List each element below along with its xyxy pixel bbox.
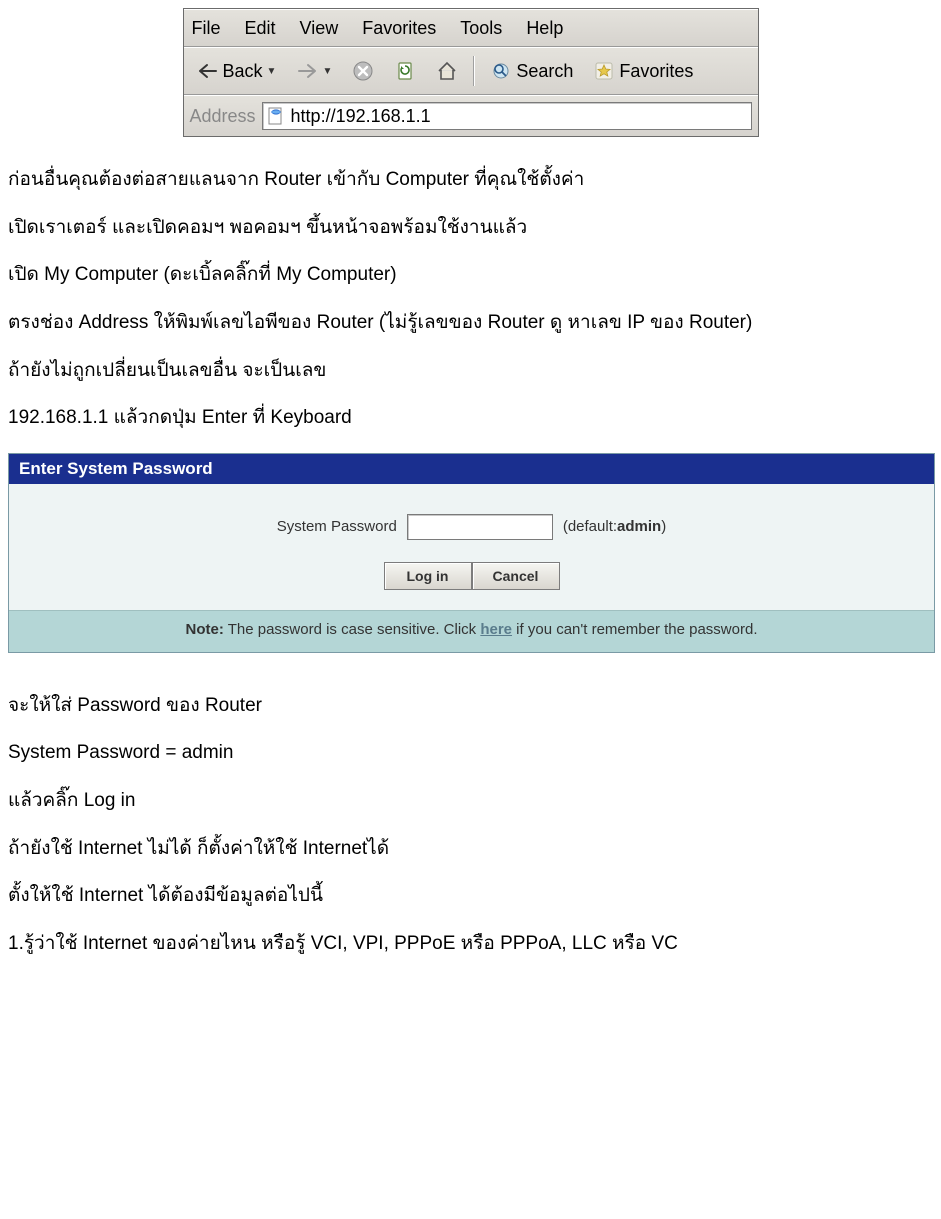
address-input[interactable] (289, 105, 747, 128)
menu-favorites[interactable]: Favorites (362, 18, 436, 39)
forward-arrow-icon (296, 60, 318, 82)
ie-browser-chrome: File Edit View Favorites Tools Help Back… (183, 8, 759, 137)
password-hint: (default:admin) (563, 518, 666, 535)
refresh-button[interactable] (387, 56, 423, 86)
login-body: System Password (default:admin) Log in C… (9, 484, 934, 610)
dropdown-icon: ▼ (322, 66, 332, 77)
menu-view[interactable]: View (300, 18, 339, 39)
search-icon (490, 60, 512, 82)
router-login-panel: Enter System Password System Password (d… (8, 453, 935, 653)
para-8: System Password = admin (8, 740, 933, 766)
hint-suffix: ) (661, 518, 666, 535)
back-arrow-icon (197, 60, 219, 82)
para-4: ตรงช่อง Address ให้พิมพ์เลขไอพีของ Route… (8, 310, 933, 336)
menu-edit[interactable]: Edit (245, 18, 276, 39)
address-box[interactable] (262, 102, 752, 130)
ie-menubar: File Edit View Favorites Tools Help (184, 9, 758, 47)
home-icon (436, 60, 458, 82)
menu-tools[interactable]: Tools (460, 18, 502, 39)
dropdown-icon: ▼ (267, 66, 277, 77)
para-11: ตั้งให้ใช้ Internet ได้ต้องมีข้อมูลต่อไป… (8, 883, 933, 909)
forgot-password-link[interactable]: here (480, 621, 512, 638)
para-6: 192.168.1.1 แล้วกดปุ่ม Enter ที่ Keyboar… (8, 405, 933, 431)
para-5: ถ้ายังไม่ถูกเปลี่ยนเป็นเลขอื่น จะเป็นเลข (8, 358, 933, 384)
login-button[interactable]: Log in (384, 562, 472, 590)
ie-page-icon (267, 107, 285, 125)
system-password-input[interactable] (407, 514, 553, 540)
refresh-icon (394, 60, 416, 82)
note-text1: The password is case sensitive. Click (224, 621, 481, 638)
search-button[interactable]: Search (483, 56, 580, 86)
password-row: System Password (default:admin) (19, 514, 924, 540)
hint-value: admin (617, 518, 661, 535)
back-button[interactable]: Back ▼ (190, 56, 284, 86)
para-3: เปิด My Computer (ดะเบิ้ลคลิ๊กที่ My Com… (8, 262, 933, 288)
para-9: แล้วคลิ๊ก Log in (8, 788, 933, 814)
para-1: ก่อนอื่นคุณต้องต่อสายแลนจาก Router เข้าก… (8, 167, 933, 193)
menu-help[interactable]: Help (526, 18, 563, 39)
cancel-button[interactable]: Cancel (472, 562, 560, 590)
ie-address-bar: Address (184, 95, 758, 136)
hint-prefix: (default: (563, 518, 617, 535)
menu-file[interactable]: File (192, 18, 221, 39)
login-title: Enter System Password (9, 454, 934, 484)
favorites-star-icon (593, 60, 615, 82)
favorites-label: Favorites (619, 61, 693, 82)
search-label: Search (516, 61, 573, 82)
toolbar-separator (473, 56, 475, 86)
stop-icon (352, 60, 374, 82)
para-12: 1.รู้ว่าใช้ Internet ของค่ายไหน หรือรู้ … (8, 931, 933, 957)
password-label: System Password (277, 518, 397, 535)
login-button-row: Log in Cancel (19, 562, 924, 590)
back-label: Back (223, 61, 263, 82)
note-prefix: Note: (186, 621, 224, 638)
stop-button[interactable] (345, 56, 381, 86)
home-button[interactable] (429, 56, 465, 86)
login-note: Note: The password is case sensitive. Cl… (9, 610, 934, 652)
favorites-button[interactable]: Favorites (586, 56, 700, 86)
para-2: เปิดเราเตอร์ และเปิดคอมฯ พอคอมฯ ขึ้นหน้า… (8, 215, 933, 241)
note-text2: if you can't remember the password. (512, 621, 757, 638)
address-label: Address (190, 106, 256, 127)
para-7: จะให้ใส่ Password ของ Router (8, 693, 933, 719)
ie-toolbar: Back ▼ ▼ Sea (184, 47, 758, 95)
para-10: ถ้ายังใช้ Internet ไม่ได้ ก็ตั้งค่าให้ใช… (8, 836, 933, 862)
forward-button[interactable]: ▼ (289, 56, 339, 86)
